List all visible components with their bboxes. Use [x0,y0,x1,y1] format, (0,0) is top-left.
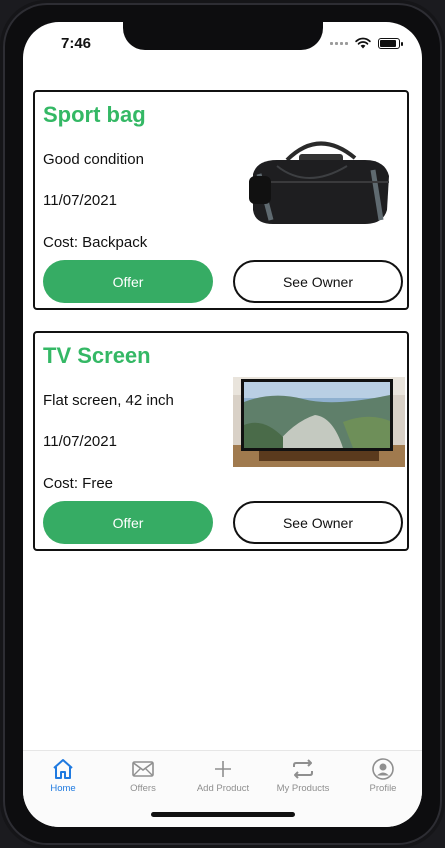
offer-button[interactable]: Offer [43,260,213,303]
product-description: Flat screen, 42 inch [43,392,174,409]
product-date: 11/07/2021 [43,433,117,450]
product-cost: Cost: Free [43,475,114,492]
envelope-icon [132,761,154,777]
status-icons [330,37,403,49]
app-screen: 7:46 Sport bag Good condition 11/07/2021… [23,22,422,827]
tab-label: Profile [369,783,397,794]
offer-button[interactable]: Offer [43,501,213,544]
duffel-bag-photo [247,130,392,230]
product-card: TV Screen Flat screen, 42 inch 11/07/202… [33,331,409,551]
tab-label: Add Product [196,783,250,794]
plus-icon [215,761,231,777]
camera-notch [123,22,323,50]
tab-profile[interactable]: Profile [343,757,422,797]
status-time: 7:46 [61,35,92,52]
see-owner-button[interactable]: See Owner [233,260,403,303]
product-cost: Cost: Backpack [43,234,148,251]
product-card: Sport bag Good condition 11/07/2021 Cost… [33,90,409,310]
tab-label: Home [50,783,76,794]
home-indicator [151,812,295,817]
user-icon [372,758,394,780]
home-icon [53,759,73,779]
battery-icon [378,37,403,49]
product-title: Sport bag [43,102,146,127]
product-title: TV Screen [43,343,151,368]
signal-icon [330,41,348,45]
tv-screen-photo [233,377,405,467]
see-owner-button[interactable]: See Owner [233,501,403,544]
tab-label: My Products [276,783,330,794]
tab-label: Offers [130,783,156,794]
product-description: Good condition [43,151,144,168]
tab-add-product[interactable]: Add Product [183,757,263,797]
tab-home[interactable]: Home [23,757,103,797]
wifi-icon [355,37,371,49]
swap-arrows-icon [293,759,313,779]
tab-my-products[interactable]: My Products [263,757,343,797]
tab-offers[interactable]: Offers [103,757,183,797]
product-date: 11/07/2021 [43,192,117,209]
